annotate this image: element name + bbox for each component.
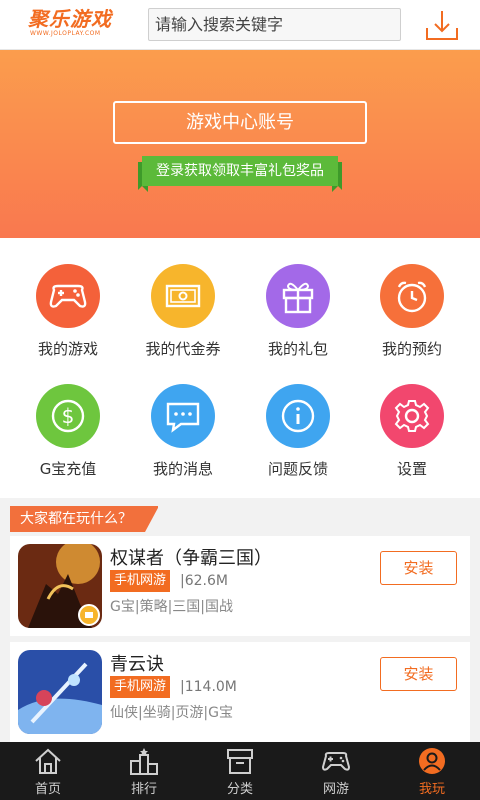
gift-icon [266, 264, 330, 328]
download-button[interactable] [422, 6, 462, 44]
voucher-icon [151, 264, 215, 328]
category-box-icon [227, 749, 253, 774]
section-title: 大家都在玩什么？ [10, 506, 159, 532]
app-logo[interactable]: 聚乐游戏 WWW.JOLOPLAY.COM [28, 8, 118, 42]
game-type-badge: 手机网游 [110, 676, 171, 698]
nav-label: 网游 [322, 782, 349, 797]
nav-home[interactable]: 首页 [0, 742, 96, 800]
logo-subtext: WWW.JOLOPLAY.COM [30, 30, 101, 37]
info-icon [266, 384, 330, 448]
grid-label: 我的预约 [381, 340, 442, 358]
nav-label: 排行 [130, 782, 157, 797]
ranking-icon [130, 748, 158, 775]
grid-item-my-gifts[interactable]: 我的礼包 [238, 238, 358, 358]
grid-item-gbao-recharge[interactable]: $ G宝充值 [8, 358, 128, 478]
user-icon [419, 748, 445, 774]
game-tags: 仙侠|坐骑|页游|G宝 [110, 705, 233, 721]
game-card[interactable]: 权谋者（争霸三国） 手机网游 |62.6M G宝|策略|三国|国战 安装 [10, 536, 470, 636]
grid-item-feedback[interactable]: 问题反馈 [238, 358, 358, 478]
grid-label: G宝充值 [39, 460, 97, 478]
account-hero-banner: 游戏中心账号 登录获取领取丰富礼包奖品 [0, 50, 480, 238]
svg-text:$: $ [62, 404, 75, 428]
nav-label: 我玩 [418, 782, 445, 797]
alarm-clock-icon [380, 264, 444, 328]
gamepad-icon [36, 264, 100, 328]
grid-item-my-messages[interactable]: 我的消息 [123, 358, 243, 478]
nav-my-play[interactable]: 我玩 [384, 742, 480, 800]
game-title: 青云诀 [110, 654, 164, 675]
grid-item-my-games[interactable]: 我的游戏 [8, 238, 128, 358]
game-card[interactable]: 青云诀 手机网游 |114.0M 仙侠|坐骑|页游|G宝 安装 [10, 642, 470, 742]
install-button[interactable]: 安装 [380, 551, 457, 585]
grid-label: 我的礼包 [267, 340, 328, 358]
grid-label: 设置 [396, 460, 427, 478]
nav-online-games[interactable]: 网游 [288, 742, 384, 800]
grid-label: 我的消息 [152, 460, 213, 478]
nav-ranking[interactable]: 排行 [96, 742, 192, 800]
grid-label: 我的游戏 [37, 340, 98, 358]
top-bar: 聚乐游戏 WWW.JOLOPLAY.COM 请输入搜索关键字 [0, 0, 480, 50]
search-input[interactable]: 请输入搜索关键字 [148, 8, 401, 41]
ribbon-text: 登录获取领取丰富礼包奖品 [156, 163, 324, 179]
grid-item-my-vouchers[interactable]: 我的代金券 [123, 238, 243, 358]
game-thumbnail[interactable] [18, 544, 102, 628]
gamepad-icon [321, 752, 351, 771]
game-size: |114.0M [180, 679, 237, 695]
login-reward-ribbon: 登录获取领取丰富礼包奖品 [138, 156, 342, 192]
gear-icon [380, 384, 444, 448]
grid-item-my-reservations[interactable]: 我的预约 [352, 238, 472, 358]
grid-item-settings[interactable]: 设置 [352, 358, 472, 478]
game-thumbnail[interactable] [18, 650, 102, 734]
feature-grid: 我的游戏 我的代金券 我的礼包 我的预约 $ G宝充值 我的消息 问题反馈 设置 [0, 238, 480, 498]
download-icon [426, 11, 458, 40]
message-icon [151, 384, 215, 448]
game-type-badge: 手机网游 [110, 570, 171, 592]
logo-text: 聚乐游戏 [28, 7, 112, 31]
nav-category[interactable]: 分类 [192, 742, 288, 800]
nav-label: 首页 [34, 782, 61, 797]
install-button[interactable]: 安装 [380, 657, 457, 691]
game-tags: G宝|策略|三国|国战 [110, 599, 233, 615]
home-icon [35, 748, 61, 774]
game-size: |62.6M [180, 573, 228, 589]
account-login-button[interactable]: 游戏中心账号 [113, 101, 367, 144]
bottom-nav: 首页 排行 分类 网游 我玩 [0, 742, 480, 800]
grid-label: 我的代金券 [145, 340, 221, 358]
game-title: 权谋者（争霸三国） [110, 548, 272, 569]
dollar-icon: $ [36, 384, 100, 448]
grid-label: 问题反馈 [267, 460, 328, 478]
nav-label: 分类 [226, 782, 253, 797]
